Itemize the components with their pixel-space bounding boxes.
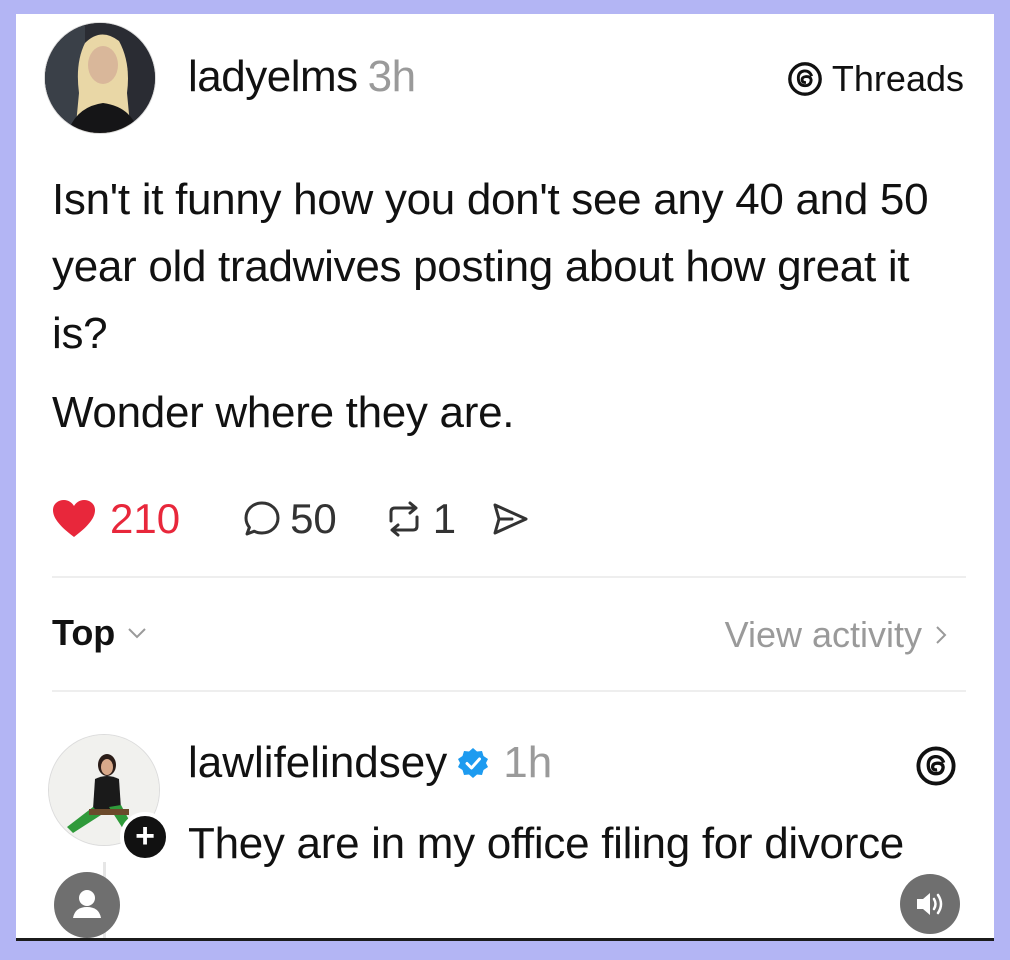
post-actions: 210 50 1 xyxy=(52,489,530,549)
divider xyxy=(52,576,966,578)
follow-button[interactable]: + xyxy=(120,812,170,862)
threads-screenshot-card: ladyelms 3h Threads Isn't it funny how yo… xyxy=(16,14,994,940)
sort-label: Top xyxy=(52,612,116,653)
audio-toggle-button[interactable] xyxy=(900,874,960,934)
reply-time: 1h xyxy=(503,738,553,787)
share-icon xyxy=(493,503,528,535)
post-paragraph: Wonder where they are. xyxy=(52,388,515,437)
person-icon xyxy=(73,890,101,918)
threads-brand: Threads xyxy=(786,58,964,100)
verified-badge-icon xyxy=(458,748,489,778)
divider xyxy=(52,690,966,692)
view-activity-label: View activity xyxy=(724,614,922,655)
bottom-border xyxy=(16,938,994,941)
repost-icon xyxy=(389,501,419,537)
author-avatar[interactable] xyxy=(44,22,156,134)
heart-icon xyxy=(53,500,95,537)
like-count: 210 xyxy=(110,495,181,542)
chevron-down-icon xyxy=(128,628,147,639)
plus-icon: + xyxy=(135,817,155,855)
comment-icon xyxy=(244,501,280,536)
reply-count: 50 xyxy=(290,495,337,542)
reply-button[interactable]: 50 xyxy=(242,495,337,543)
post-body: Isn't it funny how you don't see any 40 … xyxy=(52,166,972,446)
post-time: 3h xyxy=(367,52,416,101)
repost-button[interactable]: 1 xyxy=(383,495,456,543)
threads-label: Threads xyxy=(831,58,964,99)
reply-text: They are in my office filing for divorce xyxy=(188,819,904,868)
reply-author[interactable]: lawlifelindsey 1h xyxy=(188,738,552,788)
post-paragraph: Isn't it funny how you don't see any 40 … xyxy=(52,175,929,358)
threads-icon xyxy=(788,62,822,96)
threads-icon xyxy=(916,746,956,786)
author-username[interactable]: ladyelms 3h xyxy=(188,52,416,102)
sort-dropdown[interactable]: Top xyxy=(52,612,147,654)
profile-button[interactable] xyxy=(54,872,120,938)
view-activity-link[interactable]: View activity xyxy=(725,614,948,656)
reply-author-name[interactable]: lawlifelindsey xyxy=(188,738,447,788)
speaker-icon xyxy=(917,893,943,915)
reply-body: They are in my office filing for divorce xyxy=(188,810,928,878)
like-button[interactable]: 210 xyxy=(52,495,180,543)
share-button[interactable] xyxy=(490,499,530,539)
chevron-right-icon xyxy=(936,626,947,644)
author-name[interactable]: ladyelms xyxy=(188,52,358,101)
repost-count: 1 xyxy=(432,495,457,542)
